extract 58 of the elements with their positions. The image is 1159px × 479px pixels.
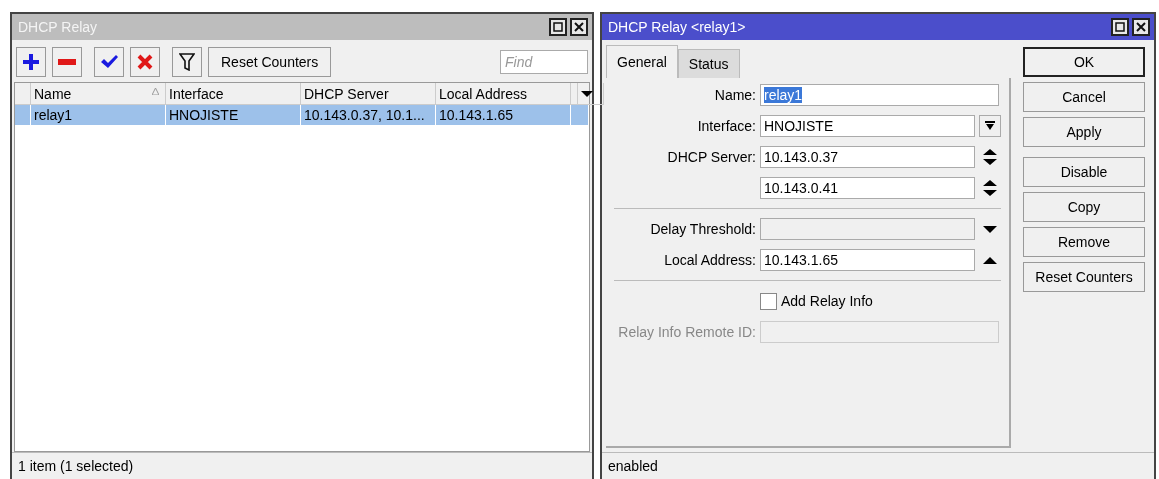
- maximize-button[interactable]: [1111, 18, 1129, 36]
- field-label: Name:: [714, 87, 756, 103]
- input-field[interactable]: 10.143.0.41: [760, 177, 975, 199]
- status-text: 1 item (1 selected): [18, 458, 134, 474]
- find-field[interactable]: Find: [500, 50, 588, 74]
- close-button[interactable]: [1132, 18, 1150, 36]
- caret-up-icon: [983, 256, 997, 264]
- dialog-button[interactable]: Copy: [1023, 192, 1145, 222]
- maximize-icon: [553, 22, 563, 32]
- remove-button[interactable]: [52, 47, 82, 77]
- dialog-button[interactable]: Apply: [1023, 117, 1145, 147]
- close-button[interactable]: [570, 18, 588, 36]
- dialog-button[interactable]: Disable: [1023, 157, 1145, 187]
- maximize-button[interactable]: [549, 18, 567, 36]
- field-label: DHCP Server:: [667, 149, 756, 165]
- disable-button[interactable]: [130, 47, 160, 77]
- tab[interactable]: Status: [677, 49, 740, 78]
- table-cell: HNOJISTE: [166, 105, 301, 125]
- tab[interactable]: General: [606, 45, 678, 78]
- table-row[interactable]: relay1 HNOJISTE 10.143.0.37, 10.1... 10.143.1.65: [15, 105, 589, 125]
- window-title: DHCP Relay <relay1>: [608, 19, 747, 35]
- dialog-button[interactable]: Cancel: [1023, 82, 1145, 112]
- add-button[interactable]: [16, 47, 46, 77]
- input-field[interactable]: relay1: [760, 84, 999, 106]
- dropdown-icon: [985, 121, 995, 131]
- caret-down-icon: [983, 225, 997, 233]
- field-label: Local Address:: [664, 252, 756, 268]
- checkbox[interactable]: [760, 292, 777, 310]
- close-icon: [137, 54, 153, 70]
- input-field[interactable]: 10.143.0.37: [760, 146, 975, 168]
- field-label: Interface:: [697, 118, 756, 134]
- dropdown-button[interactable]: [979, 115, 1001, 137]
- caret-down-icon: [581, 90, 593, 97]
- field-label: Delay Threshold:: [650, 221, 756, 237]
- input-field[interactable]: [760, 218, 975, 240]
- filter-button[interactable]: [172, 47, 202, 77]
- input-field[interactable]: 10.143.1.65: [760, 249, 975, 271]
- plus-icon: [22, 53, 40, 71]
- table-cell: 10.143.1.65: [436, 105, 571, 125]
- checkbox-label: Add Relay Info: [781, 293, 873, 309]
- reset-counters-button[interactable]: Reset Counters: [208, 47, 332, 77]
- maximize-icon: [1115, 22, 1125, 32]
- dialog-button[interactable]: Remove: [1023, 227, 1145, 257]
- enable-button[interactable]: [94, 47, 124, 77]
- minus-icon: [58, 59, 76, 65]
- input-field[interactable]: HNOJISTE: [760, 115, 975, 137]
- filter-icon: [179, 53, 195, 71]
- table-cell: relay1: [31, 105, 166, 125]
- dialog-button[interactable]: Reset Counters: [1023, 262, 1145, 292]
- field-label: Relay Info Remote ID:: [618, 324, 756, 340]
- close-icon: [1136, 22, 1146, 32]
- spinner-icon: [983, 149, 997, 165]
- spinner-icon: [983, 180, 997, 196]
- table-cell: 10.143.0.37, 10.1...: [301, 105, 436, 125]
- status-text: enabled: [608, 458, 658, 474]
- dialog-button[interactable]: OK: [1023, 47, 1145, 77]
- check-icon: [100, 54, 118, 70]
- close-icon: [574, 22, 584, 32]
